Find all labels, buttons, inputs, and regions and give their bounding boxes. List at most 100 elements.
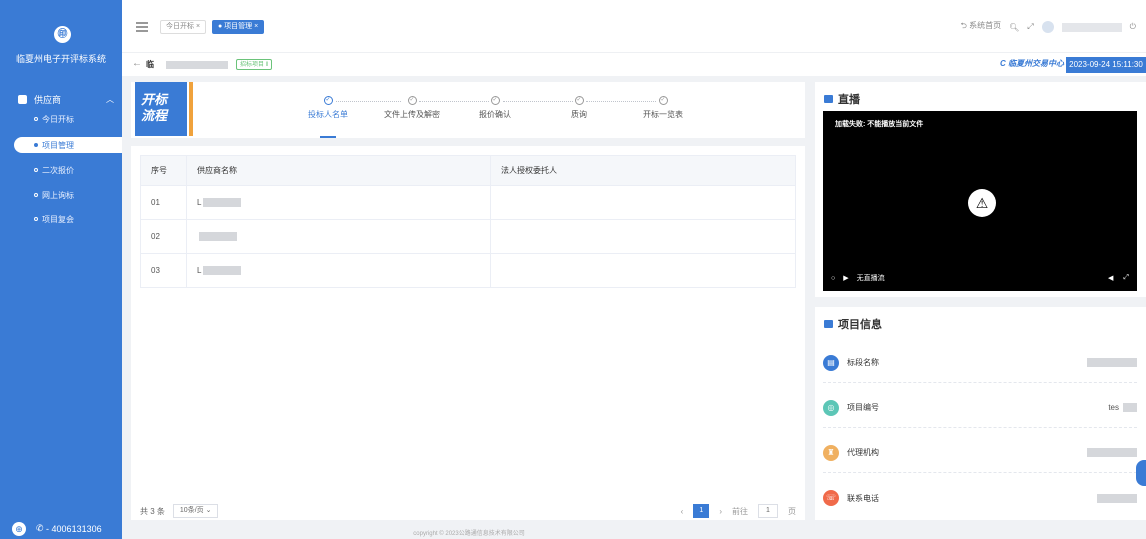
step-label: 报价确认 — [479, 110, 511, 119]
sidebar-group-supplier[interactable]: 供应商 ︿ — [18, 92, 114, 106]
row-index: 03 — [140, 253, 187, 288]
topbar: 今日开标 × ● 项目管理 × ⮌ 系统首页 🔍︎ ⤢ ⏻ — [122, 0, 1146, 52]
sidebar-item-online-inquiry[interactable]: 网上询标 — [34, 188, 114, 202]
check-icon: ✓ — [490, 96, 500, 105]
info-row-section-name: ▤ 标段名称 — [823, 343, 1137, 383]
supplier-name-redacted — [203, 266, 242, 276]
step-label: 开标一览表 — [643, 110, 683, 119]
info-label: 标段名称 — [847, 358, 879, 367]
flow-badge-line1: 开标 — [141, 92, 168, 107]
back-arrow-icon[interactable]: ← — [132, 58, 142, 69]
sidebar-item-label: 今日开标 — [42, 114, 74, 124]
page-size-select[interactable]: 10条/页 ⌄ — [172, 504, 219, 518]
value-redacted — [1087, 448, 1137, 457]
value-redacted — [1087, 358, 1137, 367]
info-row-project-number: ◎ 项目编号 tes — [823, 388, 1137, 428]
pager-controls: ‹ 1 › 前往 1 页 — [681, 504, 796, 518]
project-name: 临 — [146, 60, 154, 69]
info-label: 联系电话 — [847, 493, 879, 503]
home-link[interactable]: ⮌ 系统首页 — [960, 20, 1001, 34]
folder-icon — [824, 320, 833, 328]
supplier-name-redacted — [199, 232, 237, 242]
step-inquiry[interactable]: ✓ 质询 — [549, 96, 609, 120]
fullscreen-icon[interactable]: ⤢ — [1123, 274, 1129, 282]
step-label: 投标人名单 — [308, 110, 348, 119]
app-root: ㊞ 临夏州电子开评标系统 供应商 ︿ 今日开标 项目管理 二次报价 网上询标 项… — [0, 0, 1146, 539]
check-icon: ✓ — [407, 96, 417, 105]
info-value — [1097, 493, 1137, 503]
stream-status: 无直播流 — [856, 275, 885, 282]
supplier-icon — [18, 94, 27, 104]
agency-icon: ♜ — [823, 444, 839, 461]
warning-icon: ⚠ — [968, 189, 996, 217]
dot-icon — [34, 217, 38, 221]
step-quote-confirm[interactable]: ✓ 报价确认 — [465, 96, 525, 120]
copyright: copyright © 2023公路通信息技术有限公司 — [413, 531, 525, 537]
step-bidder-list[interactable]: ✓ 投标人名单 — [298, 96, 358, 120]
info-label: 项目编号 — [847, 403, 879, 412]
avatar[interactable] — [1041, 21, 1054, 33]
project-header: ← 临 招标项目 ‖ C 临夏州交易中心 2023-09-24 15:11:30 — [122, 52, 1146, 76]
play-icon[interactable]: ▶ — [843, 274, 848, 282]
active-step-indicator — [320, 136, 336, 138]
next-page-icon[interactable]: › — [719, 507, 722, 516]
info-title-text: 项目信息 — [838, 319, 882, 331]
live-title: 直播 — [824, 91, 860, 107]
video-controls: ○ ▶ 无直播流 ◀ ⤢ — [823, 269, 1137, 287]
step-opening-summary[interactable]: ✓ 开标一览表 — [633, 96, 693, 120]
bidder-table: 序号 供应商名称 法人授权委托人 01 L 02 03 L — [140, 155, 796, 288]
info-row-agency: ♜ 代理机构 — [823, 433, 1137, 473]
sidebar: ㊞ 临夏州电子开评标系统 供应商 ︿ 今日开标 项目管理 二次报价 网上询标 项… — [0, 0, 122, 539]
volume-icon[interactable]: ◀ — [1108, 274, 1113, 282]
sidebar-item-project-management[interactable]: 项目管理 — [14, 137, 122, 153]
logo-icon: ㊞ — [54, 26, 71, 43]
page-button-current[interactable]: 1 — [693, 504, 710, 518]
phone-icon: ✆ — [36, 523, 47, 533]
step-label: 文件上传及解密 — [384, 110, 440, 119]
project-name-redacted — [166, 61, 228, 69]
table-row: 01 L — [140, 185, 796, 220]
opening-flow: 开标 流程 ✓ 投标人名单 ✓ 文件上传及解密 ✓ 报价确认 ✓ 质询 ✓ 开标… — [131, 82, 805, 138]
tab-today-opening[interactable]: 今日开标 × — [160, 20, 207, 34]
dot-icon — [34, 117, 38, 121]
sidebar-item-label: 项目管理 — [42, 140, 74, 150]
supplier-name-prefix: L — [197, 265, 202, 275]
sidebar-item-today-opening[interactable]: 今日开标 — [34, 112, 114, 126]
help-bubble-icon[interactable] — [1136, 460, 1146, 486]
value-redacted — [1123, 403, 1137, 412]
check-icon: ✓ — [658, 96, 668, 105]
authorized-person — [490, 219, 796, 254]
page-unit-label: 页 — [788, 506, 796, 516]
sidebar-item-project-resume[interactable]: 项目复会 — [34, 212, 114, 226]
value-redacted — [1097, 493, 1137, 503]
fullscreen-icon[interactable]: ⤢ — [1027, 22, 1033, 32]
tab-project-management[interactable]: ● 项目管理 × — [212, 20, 265, 34]
power-icon[interactable]: ⏻ — [1130, 22, 1136, 32]
brand-logo: C 临夏州交易中心 — [1000, 59, 1064, 68]
supplier-name: L — [186, 185, 491, 220]
refresh-icon[interactable]: ○ — [831, 275, 835, 282]
goto-page-input[interactable]: 1 — [758, 504, 778, 518]
authorized-person — [490, 253, 796, 288]
topbar-actions: ⮌ 系统首页 🔍︎ ⤢ ⏻ — [960, 20, 1136, 34]
step-file-upload[interactable]: ✓ 文件上传及解密 — [382, 96, 442, 120]
prev-page-icon[interactable]: ‹ — [681, 507, 684, 516]
chevron-down-icon: ⌄ — [205, 507, 212, 514]
supplier-name — [186, 219, 491, 254]
sidebar-item-second-quote[interactable]: 二次报价 — [34, 163, 114, 177]
menu-toggle-icon[interactable] — [136, 22, 148, 32]
sidebar-item-label: 二次报价 — [42, 165, 74, 175]
supplier-name: L — [186, 253, 491, 288]
search-icon[interactable]: 🔍︎ — [1009, 23, 1019, 32]
number-icon: ◎ — [823, 399, 839, 416]
pager-summary: 共 3 条 10条/页 ⌄ — [140, 504, 219, 518]
video-player[interactable]: 加载失败: 不能播放当前文件 ⚠ ○ ▶ 无直播流 ◀ ⤢ — [823, 111, 1137, 291]
check-icon: ✓ — [323, 96, 333, 105]
info-title: 项目信息 — [824, 316, 882, 332]
step-label: 质询 — [571, 110, 587, 119]
col-supplier-header: 供应商名称 — [186, 155, 491, 186]
support-phone: - 4006131306 — [46, 523, 102, 534]
row-index: 02 — [140, 219, 187, 254]
chevron-up-icon: ︿ — [106, 94, 114, 104]
support-icon[interactable]: ⊕ — [12, 521, 26, 536]
